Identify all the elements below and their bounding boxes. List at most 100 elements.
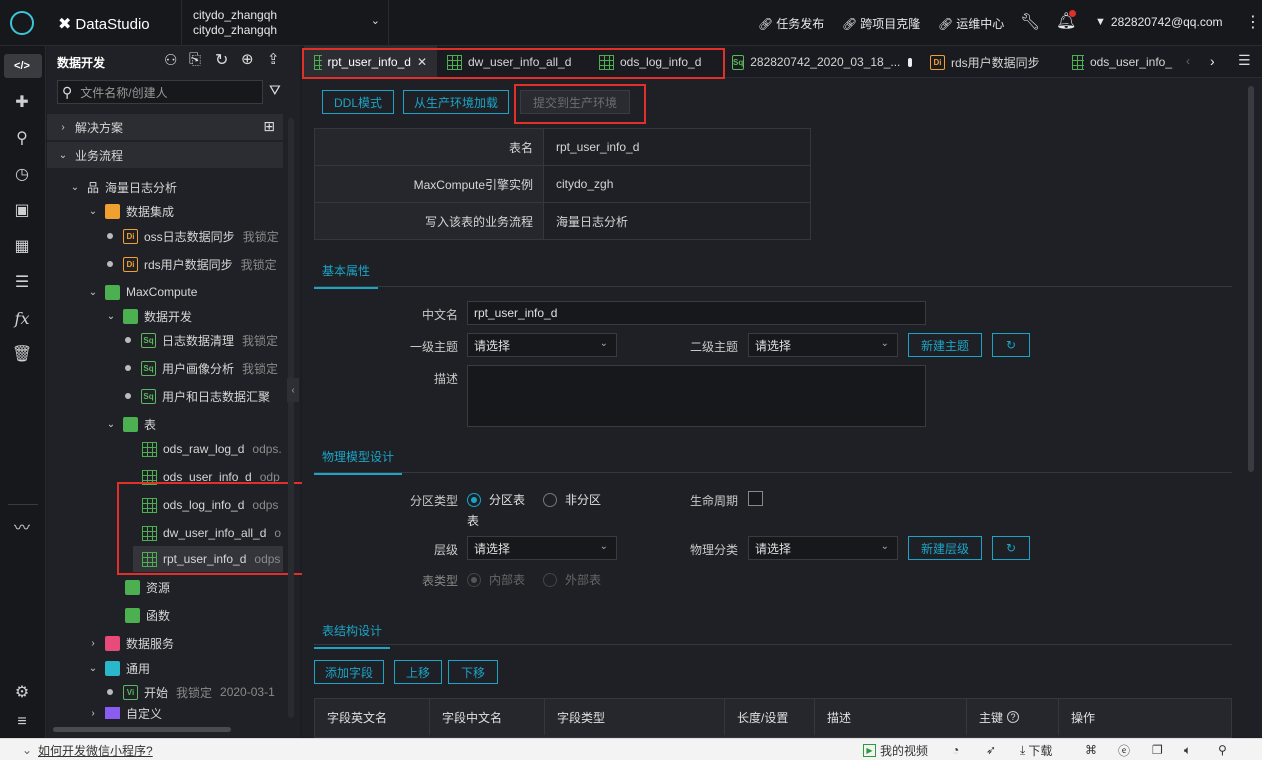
clock-icon[interactable]: ◷ <box>10 162 34 186</box>
tree-item-log-clean[interactable]: Sq 日志数据清理 我锁定 <box>125 327 278 353</box>
load-from-prod-button[interactable]: 从生产环境加载 <box>403 90 509 114</box>
sidebar-vscroll[interactable] <box>288 118 294 718</box>
tree-table-folder[interactable]: ⌄ 表 <box>105 411 156 437</box>
refresh-topic-button[interactable]: ↻ <box>992 333 1030 357</box>
trash-icon[interactable]: 🗑︎ <box>10 342 34 366</box>
zoom-icon[interactable]: ⚲ <box>1218 742 1227 758</box>
collapse-handle[interactable]: ‹ <box>287 378 299 402</box>
table-type-external-radio[interactable]: 外部表 <box>543 571 601 588</box>
app-logo-icon[interactable] <box>10 11 34 35</box>
list-icon[interactable]: ☰ <box>10 270 34 294</box>
download-button[interactable]: ⤓ 下载 <box>1020 742 1052 758</box>
speed-icon[interactable]: ◔ <box>952 742 959 758</box>
tab-ods-user-info[interactable]: ods_user_info_ <box>1062 46 1182 78</box>
topic1-select[interactable]: 请选择 ⌄ <box>467 333 617 357</box>
ddl-mode-button[interactable]: DDL模式 <box>322 90 394 114</box>
tree-data-service[interactable]: › 数据服务 <box>87 630 174 656</box>
physical-section-title[interactable]: 物理模型设计 <box>314 448 403 475</box>
close-icon[interactable]: ✕ <box>417 55 427 69</box>
search-box[interactable]: ⚲ 文件名称/创建人 <box>57 80 263 104</box>
table-icon[interactable]: ▦ <box>10 234 34 258</box>
move-down-button[interactable]: 下移 <box>448 660 498 684</box>
menu-icon[interactable]: ≡ <box>10 710 34 734</box>
main-vscroll[interactable] <box>1248 86 1254 472</box>
tab-dw-user-info-all[interactable]: dw_user_info_all_d <box>437 46 589 78</box>
new-topic-button[interactable]: 新建主题 <box>908 333 982 357</box>
solution-header[interactable]: › 解决方案 ⊞ <box>47 114 283 140</box>
settings-icon[interactable]: ⚙ <box>10 680 34 704</box>
tab-rds-sync[interactable]: Di rds用户数据同步 <box>920 46 1060 78</box>
function-icon[interactable]: fx <box>10 306 34 330</box>
phys-class-select[interactable]: 请选择 ⌄ <box>748 536 898 560</box>
top-action-clone[interactable]: 🔗︎ 跨项目克隆 <box>842 15 920 32</box>
tree-functions[interactable]: 函数 <box>125 602 170 628</box>
datastudio-brand[interactable]: ✖ DataStudio <box>58 14 150 34</box>
search-input[interactable]: 文件名称/创建人 <box>80 84 167 101</box>
tree-table-ods-user-info[interactable]: ods_user_info_d odp <box>142 464 280 490</box>
add-field-button[interactable]: 添加字段 <box>314 660 384 684</box>
filter-icon[interactable]: ⛛ <box>269 82 281 99</box>
top-action-ops[interactable]: 🔗︎ 运维中心 <box>938 15 1004 32</box>
my-video-button[interactable]: ▶ 我的视频 <box>863 742 928 758</box>
tree-data-dev[interactable]: ⌄ 数据开发 <box>105 303 192 329</box>
tree-item-start[interactable]: Vi 开始 我锁定 2020-03-1 <box>107 679 275 705</box>
topic2-select[interactable]: 请选择 ⌄ <box>748 333 898 357</box>
new-level-button[interactable]: 新建层级 <box>908 536 982 560</box>
move-up-button[interactable]: 上移 <box>394 660 442 684</box>
bowtie-icon[interactable]: ⌘ <box>1085 742 1097 758</box>
tree-table-ods-log-info[interactable]: ods_log_info_d odps <box>142 492 278 518</box>
more-vertical-icon[interactable]: ⋮ <box>1245 12 1261 32</box>
help-icon[interactable]: ? <box>1007 711 1020 723</box>
wrench-icon[interactable]: 🔧︎ <box>1020 12 1040 32</box>
flow-header[interactable]: ⌄ 业务流程 <box>47 142 283 168</box>
level-select[interactable]: 请选择 ⌄ <box>467 536 617 560</box>
window-icon[interactable]: ❐ <box>1152 742 1163 758</box>
ie-icon[interactable]: ⓔ <box>1118 742 1130 758</box>
top-action-publish[interactable]: 🔗︎ 任务发布 <box>758 15 824 32</box>
refresh-level-button[interactable]: ↻ <box>992 536 1030 560</box>
chart-line-icon[interactable]: 〰 <box>10 514 34 538</box>
workspace-selector[interactable]: citydo_zhangqh citydo_zhangqh ⌄ <box>181 0 389 46</box>
tab-ods-log-info[interactable]: ods_log_info_d <box>589 46 724 78</box>
tree-item-user-profile[interactable]: Sq 用户画像分析 我锁定 <box>125 355 278 381</box>
grid-icon[interactable]: ⊞ <box>263 118 275 135</box>
tree-table-dw-user-info-all[interactable]: dw_user_info_all_d o <box>142 520 281 546</box>
tab-scroll-right-icon[interactable]: › <box>1210 53 1215 69</box>
basic-section-title[interactable]: 基本属性 <box>314 262 379 289</box>
user-menu[interactable]: ▼ 282820742@qq.com <box>1095 15 1223 29</box>
table-type-internal-radio[interactable]: 内部表 <box>467 571 525 588</box>
briefcase-icon[interactable]: ▣ <box>10 198 34 222</box>
tab-menu-icon[interactable]: ☰ <box>1238 52 1251 69</box>
tree-item-rds-sync[interactable]: Di rds用户数据同步 我锁定 <box>107 251 277 277</box>
rocket-icon[interactable]: ➶ <box>986 742 996 758</box>
tab-rpt-user-info[interactable]: rpt_user_info_d ✕ <box>304 46 437 78</box>
tree-custom[interactable]: › 自定义 <box>87 707 162 719</box>
cn-name-input[interactable]: rpt_user_info_d <box>467 301 926 325</box>
structure-section-title[interactable]: 表结构设计 <box>314 622 391 649</box>
sidebar-hscroll[interactable] <box>53 727 231 732</box>
volume-icon[interactable]: 🔈︎ <box>1184 742 1191 758</box>
submit-to-prod-button[interactable]: 提交到生产环境 <box>520 90 630 114</box>
wechat-miniprogram-link[interactable]: 如何开发微信小程序? <box>38 742 153 758</box>
tree-workflow[interactable]: ⌄ 品 海量日志分析 <box>69 174 177 200</box>
tree-general[interactable]: ⌄ 通用 <box>87 655 150 681</box>
puzzle-icon[interactable]: ✚ <box>10 90 34 114</box>
tree-maxcompute[interactable]: ⌄ MaxCompute <box>87 279 197 305</box>
user-filter-icon[interactable]: ⚇ <box>164 51 177 69</box>
chevron-down-icon[interactable]: ⌄ <box>22 742 32 758</box>
tab-scroll-left-icon[interactable]: ‹ <box>1186 54 1190 68</box>
tree-table-rpt-user-info[interactable]: rpt_user_info_d odps <box>142 546 280 572</box>
new-file-icon[interactable]: ⎘ <box>189 51 201 68</box>
partition-radio-on[interactable]: 分区表 <box>467 491 525 508</box>
code-icon[interactable]: </> <box>10 54 34 78</box>
locate-icon[interactable]: ⊕ <box>241 50 254 68</box>
desc-textarea[interactable] <box>467 365 926 427</box>
import-icon[interactable]: ⇪ <box>267 50 280 68</box>
tree-resources[interactable]: 资源 <box>125 574 170 600</box>
search-icon[interactable]: ⚲ <box>10 126 34 150</box>
tree-item-user-log-merge[interactable]: Sq 用户和日志数据汇聚 <box>125 383 270 409</box>
refresh-icon[interactable]: ↻ <box>215 50 228 70</box>
lifecycle-checkbox[interactable] <box>748 491 763 506</box>
tab-sql-script[interactable]: Sq 282820742_2020_03_18_... <box>722 46 922 78</box>
tree-item-oss-sync[interactable]: Di oss日志数据同步 我锁定 <box>107 223 279 249</box>
